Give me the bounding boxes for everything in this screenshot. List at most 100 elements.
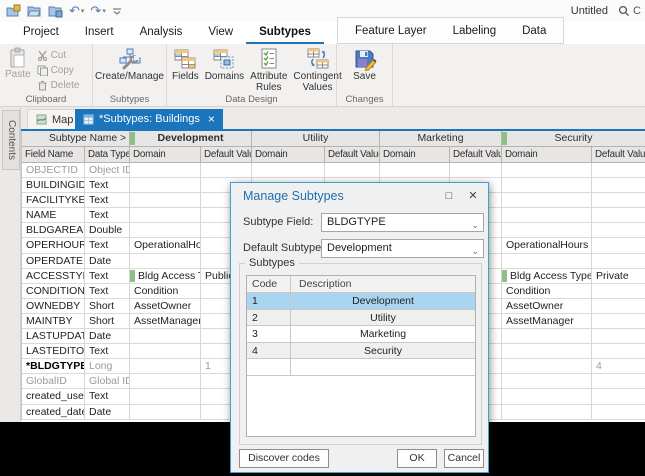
redo-dropdown-icon[interactable]: ▾ (102, 7, 106, 15)
doc-tab--subtypes-buildings[interactable]: *Subtypes: Buildings× (75, 109, 223, 129)
grid-cell[interactable] (592, 374, 645, 389)
grid-cell[interactable]: AssetOwner (502, 299, 592, 314)
subtype-row[interactable] (247, 359, 475, 376)
grid-cell-field[interactable]: CONDITION (22, 284, 85, 299)
tab-data[interactable]: Data (509, 19, 559, 43)
grid-cell-type[interactable]: Text (85, 389, 130, 404)
fields-button[interactable]: Fields (169, 46, 202, 84)
tab-labeling[interactable]: Labeling (440, 19, 509, 43)
grid-cell[interactable] (130, 329, 201, 344)
grid-cell-field[interactable]: OPERDATE (22, 254, 85, 269)
tab-view[interactable]: View (195, 22, 246, 44)
grid-cell-field[interactable]: MAINTBY (22, 314, 85, 329)
grid-cell[interactable] (130, 223, 201, 238)
open-folder-icon[interactable] (27, 2, 42, 20)
subtype-row[interactable]: 2Utility (247, 310, 475, 327)
tab-feature-layer[interactable]: Feature Layer (342, 19, 440, 43)
grid-cell[interactable] (502, 344, 592, 359)
grid-cell[interactable] (502, 359, 592, 374)
column-header-5[interactable]: Default Value (325, 147, 380, 163)
grid-cell[interactable] (502, 374, 592, 389)
subtype-name-header[interactable]: Subtype Name > (22, 131, 130, 147)
grid-cell[interactable] (130, 254, 201, 269)
grid-cell-field[interactable]: created_date (22, 405, 85, 420)
grid-cell-field[interactable]: LASTEDITOR (22, 344, 85, 359)
grid-cell[interactable]: Bldg Access Type (130, 269, 201, 284)
ok-button[interactable]: OK (397, 449, 437, 468)
open-project-icon[interactable] (6, 2, 21, 20)
grid-cell-type[interactable]: Text (85, 193, 130, 208)
grid-cell[interactable] (130, 193, 201, 208)
grid-cell[interactable] (592, 389, 645, 404)
grid-cell-type[interactable]: Text (85, 269, 130, 284)
column-header-3[interactable]: Default Value (201, 147, 252, 163)
grid-cell-field[interactable]: *BLDGTYPE (22, 359, 85, 374)
grid-cell[interactable] (130, 163, 201, 178)
grid-cell-field[interactable]: BLDGAREA (22, 223, 85, 238)
subtype-code-cell[interactable] (247, 359, 291, 375)
undo-button[interactable]: ↶▾ (69, 2, 84, 20)
grid-cell-type[interactable]: Date (85, 254, 130, 269)
grid-cell[interactable] (130, 389, 201, 404)
grid-cell[interactable]: Condition (130, 284, 201, 299)
grid-cell[interactable]: Condition (502, 284, 592, 299)
grid-cell[interactable] (592, 254, 645, 269)
grid-cell[interactable] (502, 208, 592, 223)
grid-cell[interactable] (502, 405, 592, 420)
paste-button[interactable]: Paste (2, 46, 34, 82)
grid-cell[interactable] (130, 208, 201, 223)
grid-cell[interactable]: Private (592, 269, 645, 284)
default-subtype-combo[interactable]: Development ⌄ (321, 239, 484, 258)
grid-cell[interactable]: Bldg Access Type (502, 269, 592, 284)
grid-cell[interactable] (502, 193, 592, 208)
attribute-rules-button[interactable]: Attribute Rules (247, 46, 290, 94)
grid-cell-field[interactable]: OPERHOURS (22, 238, 85, 253)
grid-cell[interactable] (130, 374, 201, 389)
undo-dropdown-icon[interactable]: ▾ (81, 7, 85, 15)
grid-cell-field[interactable]: OBJECTID (22, 163, 85, 178)
grid-cell[interactable] (592, 223, 645, 238)
save-project-icon[interactable] (48, 2, 63, 20)
subtype-row[interactable]: 4Security (247, 343, 475, 360)
column-header-4[interactable]: Domain (252, 147, 325, 163)
grid-cell[interactable] (592, 344, 645, 359)
grid-cell[interactable] (592, 208, 645, 223)
grid-cell-type[interactable]: Date (85, 405, 130, 420)
grid-cell-field[interactable]: created_user (22, 389, 85, 404)
grid-cell[interactable] (380, 163, 450, 178)
grid-cell[interactable] (592, 238, 645, 253)
grid-cell[interactable] (502, 163, 592, 178)
grid-cell[interactable] (592, 314, 645, 329)
subtype-description-cell[interactable]: Marketing (291, 326, 475, 342)
tab-analysis[interactable]: Analysis (127, 22, 196, 44)
maximize-icon[interactable]: □ (438, 190, 460, 202)
column-header-7[interactable]: Default Value (450, 147, 502, 163)
grid-cell-field[interactable]: GlobalID (22, 374, 85, 389)
grid-cell-type[interactable]: Object ID (85, 163, 130, 178)
code-column-header[interactable]: Code (247, 276, 291, 292)
grid-cell[interactable] (502, 389, 592, 404)
subtype-description-cell[interactable]: Development (291, 293, 475, 309)
grid-cell-field[interactable]: BUILDINGID (22, 178, 85, 193)
grid-cell-type[interactable]: Text (85, 238, 130, 253)
grid-cell[interactable]: 4 (592, 359, 645, 374)
grid-cell[interactable] (592, 178, 645, 193)
subtype-code-cell[interactable]: 3 (247, 326, 291, 342)
grid-cell-field[interactable]: ACCESSTYPE (22, 269, 85, 284)
description-column-header[interactable]: Description (291, 276, 475, 292)
grid-cell-type[interactable]: Text (85, 344, 130, 359)
column-header-8[interactable]: Domain (502, 147, 592, 163)
subtype-code-cell[interactable]: 2 (247, 310, 291, 326)
grid-cell-field[interactable]: LASTUPDATE (22, 329, 85, 344)
grid-cell-field[interactable]: FACILITYKEY (22, 193, 85, 208)
grid-cell[interactable] (252, 163, 325, 178)
grid-cell[interactable] (592, 405, 645, 420)
grid-cell-type[interactable]: Short (85, 314, 130, 329)
grid-cell[interactable] (450, 163, 502, 178)
grid-cell[interactable] (201, 163, 252, 178)
grid-cell-type[interactable]: Text (85, 178, 130, 193)
close-icon[interactable]: ✕ (462, 189, 484, 202)
grid-cell[interactable]: OperationalHours (502, 238, 592, 253)
domains-button[interactable]: Domains (202, 46, 247, 84)
grid-cell[interactable]: AssetOwner (130, 299, 201, 314)
